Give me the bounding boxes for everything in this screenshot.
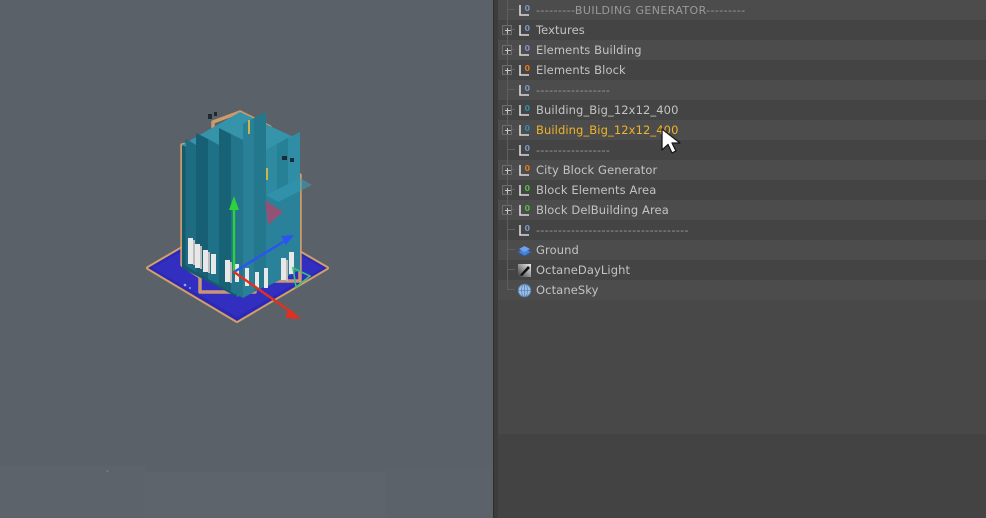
object-icon[interactable] bbox=[517, 243, 532, 258]
tree-branch bbox=[507, 89, 515, 90]
object-row[interactable]: Ground✖ bbox=[498, 240, 986, 260]
svg-text:0: 0 bbox=[525, 204, 531, 213]
tree-branch bbox=[507, 149, 515, 150]
svg-text:0: 0 bbox=[525, 224, 531, 233]
object-name[interactable]: ----------------- bbox=[536, 83, 610, 98]
object-row[interactable]: 0 City Block Generator bbox=[498, 160, 986, 180]
object-icon[interactable] bbox=[517, 263, 532, 278]
object-name[interactable]: Building_Big_12x12_400 bbox=[536, 103, 679, 118]
object-row[interactable]: OctaneDayLight✔ bbox=[498, 260, 986, 280]
object-name[interactable]: Elements Block bbox=[536, 63, 626, 78]
object-icon[interactable]: 0 bbox=[517, 3, 532, 18]
object-icon[interactable]: 0 bbox=[517, 183, 532, 198]
svg-text:0: 0 bbox=[525, 124, 531, 133]
object-icon[interactable] bbox=[517, 283, 532, 298]
expand-toggle[interactable] bbox=[502, 125, 512, 135]
tree-line bbox=[507, 260, 508, 280]
object-icon[interactable]: 0 bbox=[517, 63, 532, 78]
svg-text:0: 0 bbox=[525, 184, 531, 193]
object-icon[interactable]: 0 bbox=[517, 103, 532, 118]
object-list[interactable]: 0 ---------BUILDING GENERATOR--------- 0 Te… bbox=[498, 0, 986, 300]
object-row[interactable]: 0 Block Elements Area bbox=[498, 180, 986, 200]
object-row[interactable]: 0 Building_Big_12x12_400 bbox=[498, 100, 986, 120]
object-row[interactable]: 0 ----------------------------------- bbox=[498, 220, 986, 240]
object-row[interactable]: 0 ---------BUILDING GENERATOR--------- bbox=[498, 0, 986, 20]
cinema4d-window: 0 ---------BUILDING GENERATOR--------- 0 Te… bbox=[0, 0, 986, 518]
svg-text:0: 0 bbox=[525, 44, 531, 53]
svg-text:0: 0 bbox=[525, 144, 531, 153]
object-name[interactable]: Textures bbox=[536, 23, 585, 38]
tree-line bbox=[507, 240, 508, 260]
expand-toggle[interactable] bbox=[502, 165, 512, 175]
building-model-render[interactable] bbox=[0, 0, 493, 518]
object-row[interactable]: 0 ----------------- bbox=[498, 80, 986, 100]
object-icon[interactable]: 0 bbox=[517, 123, 532, 138]
object-name[interactable]: ----------------- bbox=[536, 143, 610, 158]
object-row[interactable]: 0 ----------------- bbox=[498, 140, 986, 160]
object-icon[interactable]: 0 bbox=[517, 203, 532, 218]
object-name[interactable]: Elements Building bbox=[536, 43, 642, 58]
object-row[interactable]: 0 Elements Building bbox=[498, 40, 986, 60]
object-name[interactable]: Block DelBuilding Area bbox=[536, 203, 669, 218]
object-row[interactable]: 0 Block DelBuilding Area bbox=[498, 200, 986, 220]
expand-toggle[interactable] bbox=[502, 205, 512, 215]
object-icon[interactable]: 0 bbox=[517, 23, 532, 38]
expand-toggle[interactable] bbox=[502, 105, 512, 115]
expand-toggle[interactable] bbox=[502, 65, 512, 75]
object-row[interactable]: 0 Elements Block bbox=[498, 60, 986, 80]
object-name[interactable]: Ground bbox=[536, 243, 579, 258]
tree-branch bbox=[507, 269, 515, 270]
tree-branch bbox=[507, 229, 515, 230]
object-icon[interactable]: 0 bbox=[517, 223, 532, 238]
object-manager-toolbar-area bbox=[498, 434, 986, 518]
object-name[interactable]: City Block Generator bbox=[536, 163, 657, 178]
object-name[interactable]: ---------BUILDING GENERATOR--------- bbox=[536, 3, 745, 18]
tree-branch bbox=[507, 289, 515, 290]
object-name[interactable]: OctaneSky bbox=[536, 283, 599, 298]
object-name[interactable]: OctaneDayLight bbox=[536, 263, 630, 278]
object-row[interactable]: 0 Textures bbox=[498, 20, 986, 40]
object-name[interactable]: ----------------------------------- bbox=[536, 223, 689, 238]
svg-text:0: 0 bbox=[525, 164, 531, 173]
perspective-viewport[interactable] bbox=[0, 0, 493, 518]
expand-toggle[interactable] bbox=[502, 45, 512, 55]
object-row[interactable]: OctaneSky bbox=[498, 280, 986, 300]
tree-line bbox=[507, 140, 508, 160]
object-manager[interactable]: 0 ---------BUILDING GENERATOR--------- 0 Te… bbox=[498, 0, 986, 434]
object-icon[interactable]: 0 bbox=[517, 163, 532, 178]
object-icon[interactable]: 0 bbox=[517, 143, 532, 158]
svg-text:0: 0 bbox=[525, 4, 531, 13]
svg-text:0: 0 bbox=[525, 84, 531, 93]
object-name[interactable]: Block Elements Area bbox=[536, 183, 656, 198]
tree-line bbox=[507, 220, 508, 240]
tree-branch bbox=[507, 9, 515, 10]
object-name[interactable]: Building_Big_12x12_400 bbox=[536, 123, 679, 138]
expand-toggle[interactable] bbox=[502, 185, 512, 195]
svg-text:0: 0 bbox=[525, 24, 531, 33]
expand-toggle[interactable] bbox=[502, 25, 512, 35]
object-row[interactable]: 0 Building_Big_12x12_400 bbox=[498, 120, 986, 140]
object-icon[interactable]: 0 bbox=[517, 43, 532, 58]
tree-line bbox=[507, 80, 508, 100]
svg-text:0: 0 bbox=[525, 104, 531, 113]
tree-branch bbox=[507, 249, 515, 250]
tree-line bbox=[507, 0, 508, 20]
svg-text:0: 0 bbox=[525, 64, 531, 73]
object-icon[interactable]: 0 bbox=[517, 83, 532, 98]
